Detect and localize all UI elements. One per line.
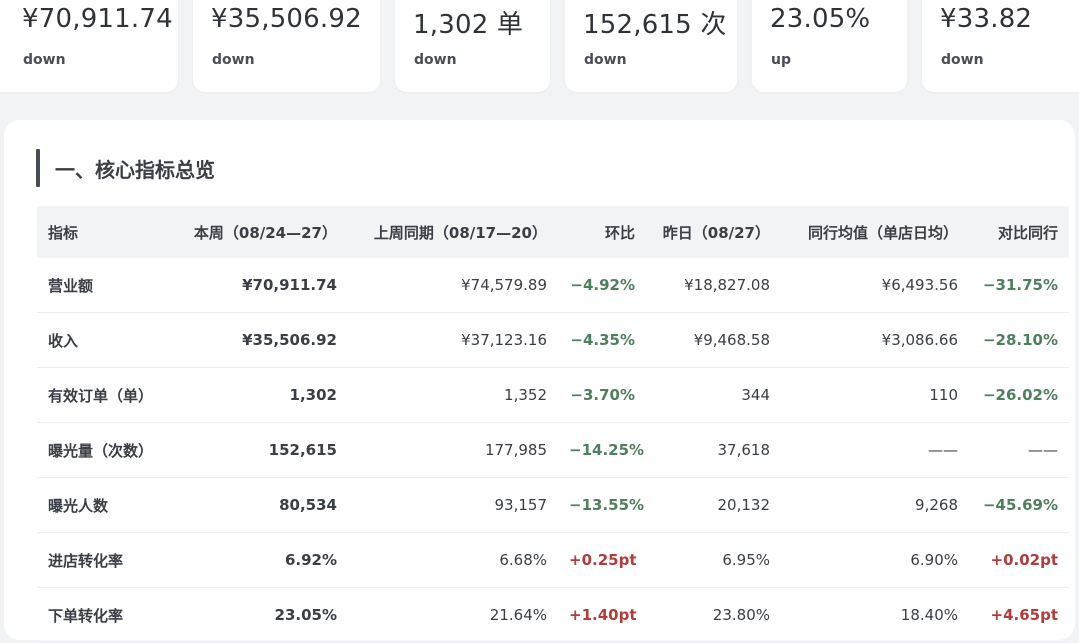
- table-cell: −31.75%: [969, 258, 1069, 313]
- table-cell: 6.95%: [646, 532, 781, 588]
- table-cell: ¥35,506.92: [174, 312, 348, 368]
- table-cell: +0.25pt: [558, 532, 646, 588]
- table-cell: −45.69%: [969, 477, 1069, 533]
- column-header: 上周同期（08/17—20）: [373, 223, 547, 242]
- core-metrics-panel: 一、核心指标总览 指标 本周（08/24—27） 上周同期（08/17—20） …: [4, 120, 1075, 643]
- table-cell: ¥37,123.16: [348, 312, 558, 368]
- metric-name-cell: 曝光人数: [37, 477, 174, 533]
- table-cell: 6.92%: [174, 532, 348, 588]
- metric-name-cell: 有效订单（单）: [37, 367, 174, 423]
- kpi-value: ¥70,911.74: [22, 4, 173, 34]
- table-cell: ——: [781, 422, 969, 478]
- kpi-card-income: ¥35,506.92 down: [193, 0, 380, 92]
- column-header: 环比: [604, 223, 635, 242]
- table-cell: 177,985: [348, 422, 558, 478]
- section-accent-bar: [36, 149, 40, 187]
- table-cell: −13.55%: [558, 477, 646, 533]
- kpi-card-conversion: 23.05% up: [752, 0, 907, 92]
- table-row: 下单转化率 23.05% 21.64% +1.40pt 23.80% 18.40% +4.6…: [37, 587, 1069, 643]
- table-cell: +4.65pt: [969, 587, 1069, 643]
- metric-name-cell: 进店转化率: [37, 532, 174, 588]
- column-header: 昨日（08/27）: [662, 223, 770, 242]
- kpi-trend: down: [414, 52, 457, 68]
- kpi-value: 23.05%: [770, 4, 871, 34]
- metric-name-cell: 曝光量（次数）: [37, 422, 174, 478]
- table-cell: ¥9,468.58: [646, 312, 781, 368]
- kpi-value: 1,302 单: [413, 10, 524, 40]
- kpi-card-revenue: ¥70,911.74 down: [0, 0, 178, 92]
- table-cell: ¥3,086.66: [781, 312, 969, 368]
- table-cell: +0.02pt: [969, 532, 1069, 588]
- table-cell: −26.02%: [969, 367, 1069, 423]
- kpi-card-orders: 1,302 单 down: [395, 0, 550, 92]
- column-header: 指标: [48, 223, 79, 242]
- table-cell: 152,615: [174, 422, 348, 478]
- table-cell: 21.64%: [348, 587, 558, 643]
- table-cell: ——: [969, 422, 1069, 478]
- table-cell: ¥70,911.74: [174, 258, 348, 313]
- metric-name-cell: 下单转化率: [37, 587, 174, 643]
- table-cell: 80,534: [174, 477, 348, 533]
- table-cell: 110: [781, 367, 969, 423]
- column-header: 本周（08/24—27）: [193, 223, 337, 242]
- column-header: 对比同行: [997, 223, 1058, 242]
- kpi-summary-row: ¥70,911.74 down ¥35,506.92 down 1,302 单 …: [0, 0, 1079, 94]
- kpi-trend: down: [941, 52, 984, 68]
- column-header: 同行均值（单店日均）: [807, 223, 958, 242]
- table-cell: +1.40pt: [558, 587, 646, 643]
- table-row: 营业额 ¥70,911.74 ¥74,579.89 −4.92% ¥18,827.08 ¥…: [37, 258, 1069, 313]
- table-cell: 1,352: [348, 367, 558, 423]
- table-row: 曝光人数 80,534 93,157 −13.55% 20,132 9,268 −45.69…: [37, 477, 1069, 533]
- table-cell: 344: [646, 367, 781, 423]
- metric-name-cell: 营业额: [37, 258, 174, 313]
- table-row: 有效订单（单） 1,302 1,352 −3.70% 344 110 −26.02%: [37, 367, 1069, 423]
- table-cell: ¥18,827.08: [646, 258, 781, 313]
- table-cell: 37,618: [646, 422, 781, 478]
- table-cell: 20,132: [646, 477, 781, 533]
- table-cell: 18.40%: [781, 587, 969, 643]
- kpi-trend: down: [23, 52, 66, 68]
- table-cell: −28.10%: [969, 312, 1069, 368]
- table-cell: 93,157: [348, 477, 558, 533]
- kpi-trend: down: [584, 52, 627, 68]
- table-row: 进店转化率 6.92% 6.68% +0.25pt 6.95% 6.90% +0.02pt: [37, 532, 1069, 588]
- kpi-value: ¥33.82: [940, 4, 1033, 34]
- table-cell: 23.80%: [646, 587, 781, 643]
- table-cell: 6.68%: [348, 532, 558, 588]
- table-header-row: 指标 本周（08/24—27） 上周同期（08/17—20） 环比 昨日（08/…: [37, 206, 1069, 258]
- section-heading: 一、核心指标总览: [36, 148, 215, 188]
- table-cell: 23.05%: [174, 587, 348, 643]
- kpi-value: 152,615 次: [583, 10, 727, 40]
- table-cell: −4.92%: [558, 258, 646, 313]
- section-title: 一、核心指标总览: [55, 157, 215, 182]
- table-row: 收入 ¥35,506.92 ¥37,123.16 −4.35% ¥9,468.58 ¥3,…: [37, 312, 1069, 368]
- kpi-trend: down: [212, 52, 255, 68]
- table-cell: 1,302: [174, 367, 348, 423]
- table-cell: 9,268: [781, 477, 969, 533]
- table-cell: ¥74,579.89: [348, 258, 558, 313]
- kpi-trend: up: [771, 52, 791, 68]
- table-cell: −14.25%: [558, 422, 646, 478]
- table-cell: −3.70%: [558, 367, 646, 423]
- metric-name-cell: 收入: [37, 312, 174, 368]
- table-cell: −4.35%: [558, 312, 646, 368]
- table-cell: 6.90%: [781, 532, 969, 588]
- core-metrics-table: 指标 本周（08/24—27） 上周同期（08/17—20） 环比 昨日（08/…: [37, 206, 1069, 643]
- kpi-card-exposure: 152,615 次 down: [565, 0, 737, 92]
- kpi-card-avg-order: ¥33.82 down: [922, 0, 1079, 92]
- table-cell: ¥6,493.56: [781, 258, 969, 313]
- table-row: 曝光量（次数） 152,615 177,985 −14.25% 37,618 —— ——: [37, 422, 1069, 478]
- kpi-value: ¥35,506.92: [211, 4, 362, 34]
